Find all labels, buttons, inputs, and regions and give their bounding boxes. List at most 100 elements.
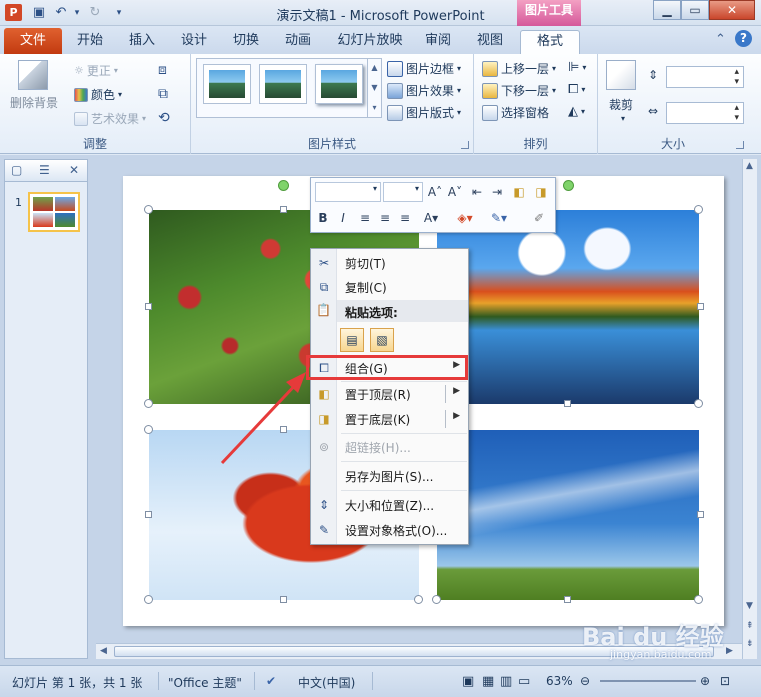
- close-button[interactable]: ✕: [709, 0, 755, 20]
- rotation-handle-1[interactable]: [278, 180, 289, 191]
- font-name-combo[interactable]: ▾: [315, 182, 381, 202]
- help-icon[interactable]: ?: [735, 30, 752, 47]
- menu-item-cut[interactable]: ✂ 剪切(T): [311, 251, 468, 275]
- selection-handle[interactable]: [697, 511, 704, 518]
- reading-view-icon[interactable]: ▥: [500, 674, 512, 689]
- outline-tab-icon[interactable]: ☰: [39, 163, 50, 177]
- scroll-up-icon[interactable]: ▲: [746, 161, 753, 171]
- align-left-icon[interactable]: ≡: [357, 209, 373, 227]
- bring-forward-button[interactable]: 上移一层 ▾: [482, 60, 556, 77]
- selection-handle[interactable]: [280, 426, 287, 433]
- slideshow-view-icon[interactable]: ▭: [518, 674, 530, 689]
- normal-view-icon[interactable]: ▣: [462, 674, 474, 689]
- align-right-icon[interactable]: ≡: [397, 209, 413, 227]
- slides-tab-icon[interactable]: ▢: [11, 163, 22, 177]
- rotation-handle-2[interactable]: [563, 180, 574, 191]
- selection-pane-button[interactable]: 选择窗格: [482, 104, 549, 121]
- selection-handle[interactable]: [144, 425, 153, 434]
- tab-insert[interactable]: 插入: [118, 30, 166, 54]
- tab-animations[interactable]: 动画: [274, 30, 322, 54]
- crop-button[interactable]: 裁剪: [609, 96, 633, 113]
- height-spinner[interactable]: ▴ ▾: [666, 66, 744, 88]
- rotate-icon[interactable]: ◭ ▾: [568, 104, 585, 119]
- language-status[interactable]: 中文(中国): [298, 674, 355, 691]
- group-objects-icon[interactable]: ⧠ ▾: [568, 82, 585, 97]
- width-spinner[interactable]: ▴ ▾: [666, 102, 744, 124]
- scroll-left-icon[interactable]: ◀: [100, 646, 107, 656]
- italic-icon[interactable]: I: [335, 209, 351, 227]
- zoom-slider[interactable]: [600, 680, 696, 682]
- compress-pictures-icon[interactable]: ⧈: [158, 62, 167, 78]
- menu-item-hyperlink[interactable]: ⊚ 超链接(H)...: [311, 435, 468, 459]
- align-icon[interactable]: ⊫ ▾: [568, 60, 586, 75]
- selection-handle[interactable]: [432, 595, 441, 604]
- increase-indent-icon[interactable]: ⇥: [489, 183, 505, 201]
- picture-style-3[interactable]: [315, 64, 363, 104]
- tab-slideshow[interactable]: 幻灯片放映: [330, 30, 410, 54]
- zoom-in-icon[interactable]: ⊕: [700, 674, 710, 688]
- change-picture-icon[interactable]: ⧉: [158, 86, 168, 102]
- selection-handle[interactable]: [145, 303, 152, 310]
- selection-handle[interactable]: [694, 399, 703, 408]
- send-to-back-mini-icon[interactable]: ◨: [533, 183, 549, 201]
- picture-layout-button[interactable]: 图片版式 ▾: [387, 104, 461, 121]
- photo-autumn-lake[interactable]: [437, 210, 699, 404]
- reset-picture-icon[interactable]: ⟲: [158, 110, 170, 126]
- tab-view[interactable]: 视图: [466, 30, 514, 54]
- photo-sky-field[interactable]: [437, 430, 699, 600]
- align-center-icon[interactable]: ≡: [377, 209, 393, 227]
- scroll-right-icon[interactable]: ▶: [726, 646, 733, 656]
- zoom-out-icon[interactable]: ⊖: [580, 674, 590, 688]
- menu-item-bring-to-front[interactable]: ◧ 置于顶层(R) ▶: [311, 382, 468, 406]
- minimize-ribbon-icon[interactable]: ⌃: [715, 32, 726, 47]
- picture-border-button[interactable]: 图片边框 ▾: [387, 60, 461, 77]
- close-panel-icon[interactable]: ✕: [69, 163, 79, 177]
- menu-item-format-object[interactable]: ✎ 设置对象格式(O)...: [311, 518, 468, 542]
- selection-handle[interactable]: [694, 595, 703, 604]
- selection-handle[interactable]: [564, 596, 571, 603]
- selection-handle[interactable]: [144, 205, 153, 214]
- send-backward-button[interactable]: 下移一层 ▾: [482, 82, 556, 99]
- font-color-icon[interactable]: A▾: [423, 209, 439, 227]
- artistic-effects-button[interactable]: 艺术效果 ▾: [74, 110, 146, 127]
- zoom-level[interactable]: 63%: [546, 674, 573, 688]
- selection-handle[interactable]: [144, 399, 153, 408]
- tab-review[interactable]: 审阅: [414, 30, 462, 54]
- menu-item-size-and-position[interactable]: ⇕ 大小和位置(Z)...: [311, 493, 468, 517]
- remove-background-button[interactable]: 删除背景: [10, 94, 58, 111]
- theme-status[interactable]: "Office 主题": [168, 674, 242, 691]
- selection-handle[interactable]: [564, 400, 571, 407]
- shrink-font-icon[interactable]: A˅: [447, 183, 463, 201]
- menu-item-copy[interactable]: ⧉ 复制(C): [311, 275, 468, 299]
- selection-handle[interactable]: [697, 303, 704, 310]
- picture-styles-dialog-launcher-icon[interactable]: [461, 141, 469, 149]
- spell-check-icon[interactable]: ✔: [266, 674, 276, 688]
- tab-file[interactable]: 文件: [4, 28, 62, 54]
- tab-home[interactable]: 开始: [66, 30, 114, 54]
- selection-handle[interactable]: [144, 595, 153, 604]
- tab-format[interactable]: 格式: [520, 30, 580, 54]
- bring-to-front-mini-icon[interactable]: ◧: [511, 183, 527, 201]
- minimize-button[interactable]: ▁: [653, 0, 681, 20]
- tab-transitions[interactable]: 切换: [222, 30, 270, 54]
- slide-thumbnail[interactable]: [28, 192, 80, 232]
- shape-outline-icon[interactable]: ✎▾: [491, 209, 507, 227]
- color-button[interactable]: 颜色 ▾: [74, 86, 122, 103]
- menu-item-save-as-picture[interactable]: 另存为图片(S)...: [311, 464, 468, 488]
- selection-handle[interactable]: [280, 206, 287, 213]
- selection-handle[interactable]: [280, 596, 287, 603]
- next-slide-icon[interactable]: ⇟: [746, 639, 754, 649]
- selection-handle[interactable]: [414, 595, 423, 604]
- paste-keep-formatting-icon[interactable]: ▤: [340, 328, 364, 352]
- format-painter-icon[interactable]: ✐: [531, 209, 547, 227]
- decrease-indent-icon[interactable]: ⇤: [469, 183, 485, 201]
- selection-handle[interactable]: [694, 205, 703, 214]
- previous-slide-icon[interactable]: ⇞: [746, 621, 754, 631]
- vertical-scrollbar[interactable]: ▲ ▼ ⇞ ⇟: [742, 159, 757, 659]
- fit-to-window-icon[interactable]: ⊡: [720, 674, 730, 688]
- slide-sorter-icon[interactable]: ▦: [482, 674, 494, 689]
- paste-as-picture-icon[interactable]: ▧: [370, 328, 394, 352]
- gallery-scroll[interactable]: ▲ ▼ ▾: [367, 58, 381, 118]
- shape-fill-icon[interactable]: ◈▾: [457, 209, 473, 227]
- restore-button[interactable]: ▭: [681, 0, 709, 20]
